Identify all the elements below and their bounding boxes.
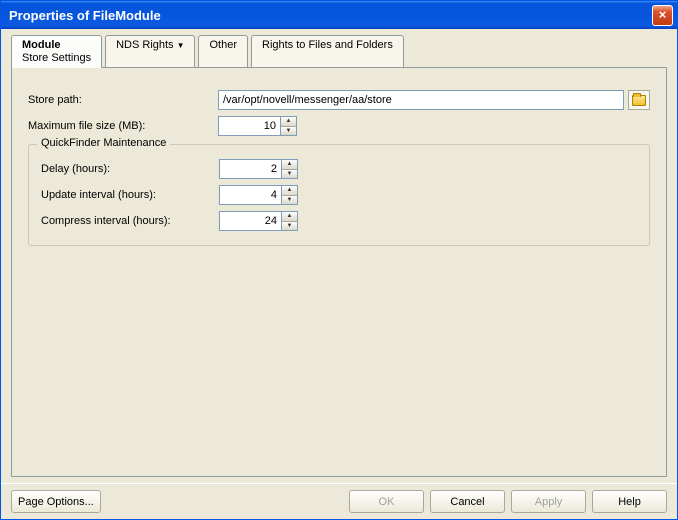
- ok-button[interactable]: OK: [349, 490, 424, 513]
- content-area: Module Store Settings NDS Rights▼ Other …: [1, 29, 677, 483]
- titlebar[interactable]: Properties of FileModule ×: [1, 1, 677, 29]
- max-size-label: Maximum file size (MB):: [28, 120, 218, 132]
- dialog-window: Properties of FileModule × Module Store …: [0, 0, 678, 520]
- cancel-button[interactable]: Cancel: [430, 490, 505, 513]
- update-input[interactable]: [219, 185, 281, 205]
- close-button[interactable]: ×: [652, 5, 673, 26]
- group-legend: QuickFinder Maintenance: [37, 137, 170, 149]
- store-path-label: Store path:: [28, 94, 218, 106]
- delay-label: Delay (hours):: [41, 163, 219, 175]
- max-size-spinner: ▲ ▼: [218, 116, 298, 136]
- spin-down-icon[interactable]: ▼: [282, 196, 297, 205]
- tab-nds-label: NDS Rights: [116, 39, 173, 51]
- page-options-button[interactable]: Page Options...: [11, 490, 101, 513]
- compress-spin-buttons: ▲ ▼: [281, 211, 298, 231]
- tab-nds-rights[interactable]: NDS Rights ▼: [105, 35, 195, 67]
- spin-down-icon[interactable]: ▼: [282, 170, 297, 179]
- spin-up-icon[interactable]: ▲: [281, 117, 296, 127]
- spin-down-icon[interactable]: ▼: [282, 222, 297, 231]
- spin-up-icon[interactable]: ▲: [282, 186, 297, 196]
- close-icon: ×: [659, 7, 667, 22]
- chevron-down-icon: ▼: [177, 41, 185, 50]
- folder-icon: [632, 95, 646, 106]
- update-spinner: ▲ ▼: [219, 185, 299, 205]
- row-max-size: Maximum file size (MB): ▲ ▼: [28, 116, 650, 136]
- tab-panel: Store path: Maximum file size (MB): ▲ ▼ …: [11, 67, 667, 477]
- update-label: Update interval (hours):: [41, 189, 219, 201]
- quickfinder-group: QuickFinder Maintenance Delay (hours): ▲…: [28, 144, 650, 246]
- apply-button[interactable]: Apply: [511, 490, 586, 513]
- row-delay: Delay (hours): ▲ ▼: [41, 159, 637, 179]
- compress-label: Compress interval (hours):: [41, 215, 219, 227]
- max-size-spin-buttons: ▲ ▼: [280, 116, 297, 136]
- row-update: Update interval (hours): ▲ ▼: [41, 185, 637, 205]
- dialog-footer: Page Options... OK Cancel Apply Help: [1, 483, 677, 519]
- update-spin-buttons: ▲ ▼: [281, 185, 298, 205]
- row-compress: Compress interval (hours): ▲ ▼: [41, 211, 637, 231]
- store-path-input[interactable]: [218, 90, 624, 110]
- max-size-input[interactable]: [218, 116, 280, 136]
- spin-down-icon[interactable]: ▼: [281, 127, 296, 136]
- browse-button[interactable]: [628, 90, 650, 110]
- tab-rights-files[interactable]: Rights to Files and Folders: [251, 35, 404, 67]
- tab-other-label: Other: [209, 39, 237, 51]
- row-store-path: Store path:: [28, 90, 650, 110]
- tab-rights-label: Rights to Files and Folders: [262, 39, 393, 51]
- spin-up-icon[interactable]: ▲: [282, 160, 297, 170]
- help-button[interactable]: Help: [592, 490, 667, 513]
- compress-input[interactable]: [219, 211, 281, 231]
- delay-spin-buttons: ▲ ▼: [281, 159, 298, 179]
- window-title: Properties of FileModule: [9, 8, 652, 23]
- tab-other[interactable]: Other: [198, 35, 248, 67]
- tab-module-sub: Store Settings: [22, 52, 91, 65]
- tab-module[interactable]: Module Store Settings: [11, 35, 102, 68]
- compress-spinner: ▲ ▼: [219, 211, 299, 231]
- delay-spinner: ▲ ▼: [219, 159, 299, 179]
- tab-module-label: Module: [22, 39, 61, 51]
- tab-strip: Module Store Settings NDS Rights▼ Other …: [11, 35, 667, 67]
- delay-input[interactable]: [219, 159, 281, 179]
- spin-up-icon[interactable]: ▲: [282, 212, 297, 222]
